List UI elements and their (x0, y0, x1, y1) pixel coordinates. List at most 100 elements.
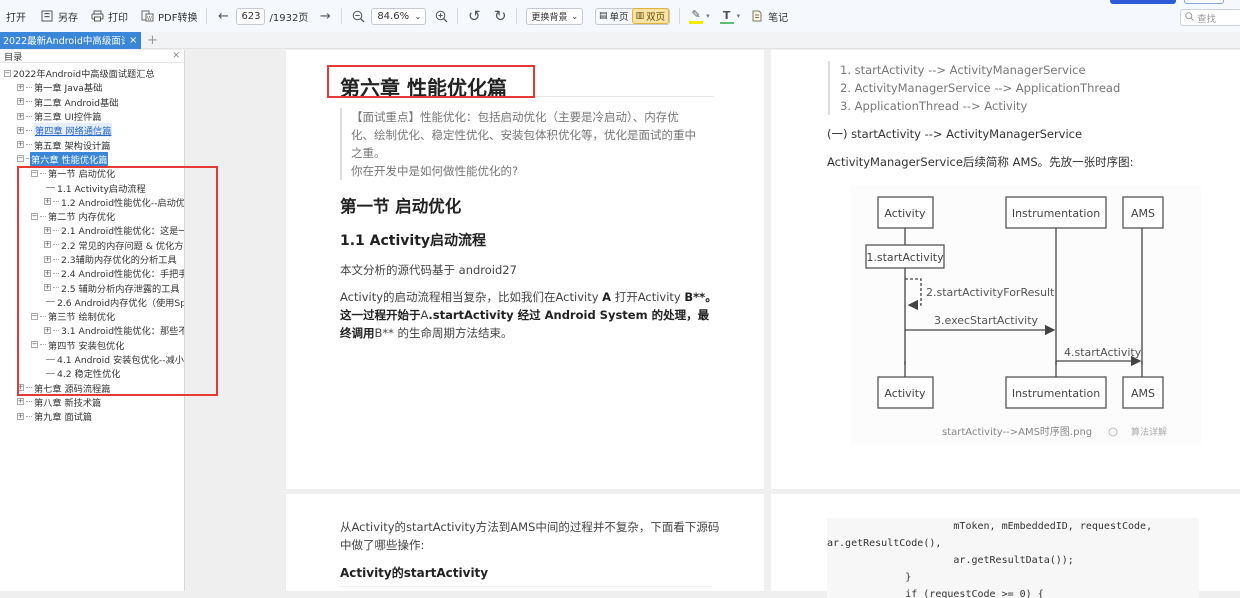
toc-chapter[interactable]: + 第八章 新技术篇 (0, 395, 184, 409)
collapse-icon[interactable]: − (4, 69, 11, 77)
toc-chapter[interactable]: + 第七章 源码流程篇 (0, 381, 184, 395)
expand-icon[interactable]: + (44, 269, 51, 277)
total-pages: /1932页 (269, 12, 309, 24)
collapse-icon[interactable]: − (17, 155, 24, 163)
pdf-convert-button[interactable]: W PDF转换 (140, 6, 197, 26)
collapse-icon[interactable]: − (31, 212, 38, 220)
toc-item[interactable]: 4.2 稳定性优化 (0, 366, 184, 380)
rotate-right-icon[interactable]: ↻ (493, 7, 507, 25)
expand-icon[interactable]: + (44, 255, 51, 263)
expand-icon[interactable]: + (17, 141, 24, 149)
search-input[interactable]: 查找 (1180, 9, 1240, 26)
toc-label: 第四章 网络通信篇 (34, 123, 113, 138)
toc-item[interactable]: +2.3辅助内存优化的分析工具 (0, 252, 184, 266)
open-label: 打开 (6, 12, 26, 24)
toc-label: 1.1 Activity启动流程 (57, 183, 146, 195)
expand-icon[interactable]: + (17, 398, 24, 406)
close-icon[interactable]: × (129, 35, 137, 46)
double-page-button[interactable]: ▥ 双页 (631, 8, 670, 24)
toc-item[interactable]: 2.6 Android内存优化（使用Spar (0, 295, 184, 309)
expand-icon[interactable]: + (17, 112, 24, 120)
notes-button[interactable]: 笔记 (750, 6, 788, 26)
expand-icon[interactable]: + (44, 326, 51, 334)
toc-chapter[interactable]: + 第九章 面试篇 (0, 409, 184, 423)
text-color-dropdown-icon[interactable]: ▾ (737, 12, 741, 20)
toc-chapter[interactable]: + 第一章 Java基础 (0, 80, 184, 94)
new-tab-plus-icon[interactable]: + (147, 33, 158, 48)
page-number-input[interactable]: 623 (236, 7, 266, 25)
toc-item[interactable]: 4.1 Android 安装包优化--减小安 (0, 352, 184, 366)
toc-item[interactable]: +2.4 Android性能优化：手把手带你 (0, 266, 184, 280)
toc-section[interactable]: − 第一节 启动优化 (0, 166, 184, 180)
toc-label: 第三章 UI控件篇 (34, 112, 102, 124)
section-title: 第一节 启动优化 (340, 197, 462, 216)
svg-text:AMS: AMS (1131, 387, 1155, 400)
previous-page-arrow-icon[interactable]: ← (216, 9, 230, 24)
toc-chapter-current[interactable]: − 第六章 性能优化篇 (0, 151, 184, 166)
code-line: if (requestCode >= 0) { (833, 589, 1044, 598)
expand-icon[interactable]: + (17, 126, 24, 134)
zoom-in-icon[interactable] (434, 9, 448, 23)
text-color-icon[interactable]: T (719, 9, 734, 24)
toc-item[interactable]: +3.1 Android性能优化：那些不可忽 (0, 323, 184, 337)
expand-icon[interactable]: + (44, 198, 51, 206)
heading: Activity的startActivity (340, 566, 489, 580)
top-action-button[interactable] (1110, 0, 1176, 4)
toc-item[interactable]: +1.2 Android性能优化--启动优化 (0, 195, 184, 209)
single-page-button[interactable]: ▤ 单页 (596, 8, 632, 24)
toc-chapter[interactable]: + 第三章 UI控件篇 (0, 109, 184, 123)
message-label: 2.startActivityForResult (926, 286, 1055, 299)
save-as-button[interactable]: 另存 (40, 6, 78, 26)
toc-chapter[interactable]: + 第二章 Android基础 (0, 95, 184, 109)
toc-item[interactable]: 1.1 Activity启动流程 (0, 180, 184, 195)
single-page-label: 单页 (609, 12, 629, 23)
tab-document[interactable]: 2022最新Android中高级面试题 × (0, 31, 141, 49)
collapse-icon[interactable]: − (31, 169, 38, 177)
expand-icon[interactable]: + (44, 226, 51, 234)
collapse-icon[interactable]: − (31, 341, 38, 349)
expand-icon[interactable]: + (17, 384, 24, 392)
print-button[interactable]: 打印 (90, 6, 128, 26)
sequence-diagram: Activity Instrumentation AMS 1.startActi… (851, 185, 1201, 445)
expand-icon[interactable]: + (44, 284, 51, 292)
lifeline-head-activity: Activity (877, 196, 934, 229)
toc-label: 2.6 Android内存优化（使用Spar (57, 297, 184, 309)
paragraph: Activity的启动流程相当复杂，比如我们在Activity A 打开Acti… (340, 288, 718, 342)
expand-icon[interactable]: + (17, 98, 24, 106)
zoom-out-icon[interactable] (351, 9, 365, 23)
expand-icon[interactable]: + (17, 83, 24, 91)
change-background-select[interactable]: 更换背景 ⌄ (526, 7, 584, 25)
highlighter-icon[interactable]: ✎ (689, 8, 704, 24)
toc-label: 4.2 稳定性优化 (57, 369, 121, 381)
toc-item[interactable]: +2.5 辅助分析内存泄露的工具 (0, 280, 184, 295)
collapse-icon[interactable]: − (31, 312, 38, 320)
open-button[interactable]: 打开 (6, 6, 26, 26)
double-page-label: 双页 (646, 12, 666, 23)
code-block: mToken, mEmbeddedID, requestCode, ar.getR… (827, 518, 1199, 598)
toc-item[interactable]: +2.1 Android性能优化：这是一份详 (0, 223, 184, 237)
toc-chapter[interactable]: + 第四章 网络通信篇 (0, 123, 184, 138)
quote-line: 化、绘制优化、稳定性优化、安装包体积优化等，优化是面试的重中 (351, 128, 696, 142)
toc-section[interactable]: − 第四节 安装包优化 (0, 338, 184, 352)
next-page-arrow-icon[interactable]: → (318, 9, 332, 24)
tab-title: 2022最新Android中高级面试题 (3, 36, 125, 47)
highlighter-dropdown-icon[interactable]: ▾ (706, 12, 710, 20)
lifeline-head-instrumentation: Instrumentation (1005, 196, 1107, 229)
toc-item[interactable]: +2.2 常见的内存问题 & 优化方案 (0, 238, 184, 252)
subsection-title: 1.1 Activity启动流程 (340, 233, 487, 249)
toc-label: 3.1 Android性能优化：那些不可忽 (61, 326, 184, 338)
expand-icon[interactable]: + (17, 412, 24, 420)
close-icon[interactable]: ✕ (172, 51, 180, 61)
toc-chapter[interactable]: + 第五章 架构设计篇 (0, 137, 184, 152)
list-item: 3. ApplicationThread --> Activity (840, 99, 1028, 113)
top-secondary-button[interactable] (1184, 0, 1224, 4)
toc-section[interactable]: − 第二节 内存优化 (0, 209, 184, 223)
single-page-icon: ▤ (599, 11, 608, 21)
zoom-level-select[interactable]: 84.6% ⌄ (371, 7, 427, 25)
expand-icon[interactable]: + (44, 241, 51, 249)
toc-section[interactable]: − 第三节 绘制优化 (0, 309, 184, 323)
toc-root[interactable]: − 2022年Android中高级面试题汇总 (0, 66, 184, 80)
rotate-left-icon[interactable]: ↺ (467, 7, 481, 25)
lifeline-head-ams: AMS (1122, 196, 1164, 229)
tree-line (40, 215, 46, 217)
